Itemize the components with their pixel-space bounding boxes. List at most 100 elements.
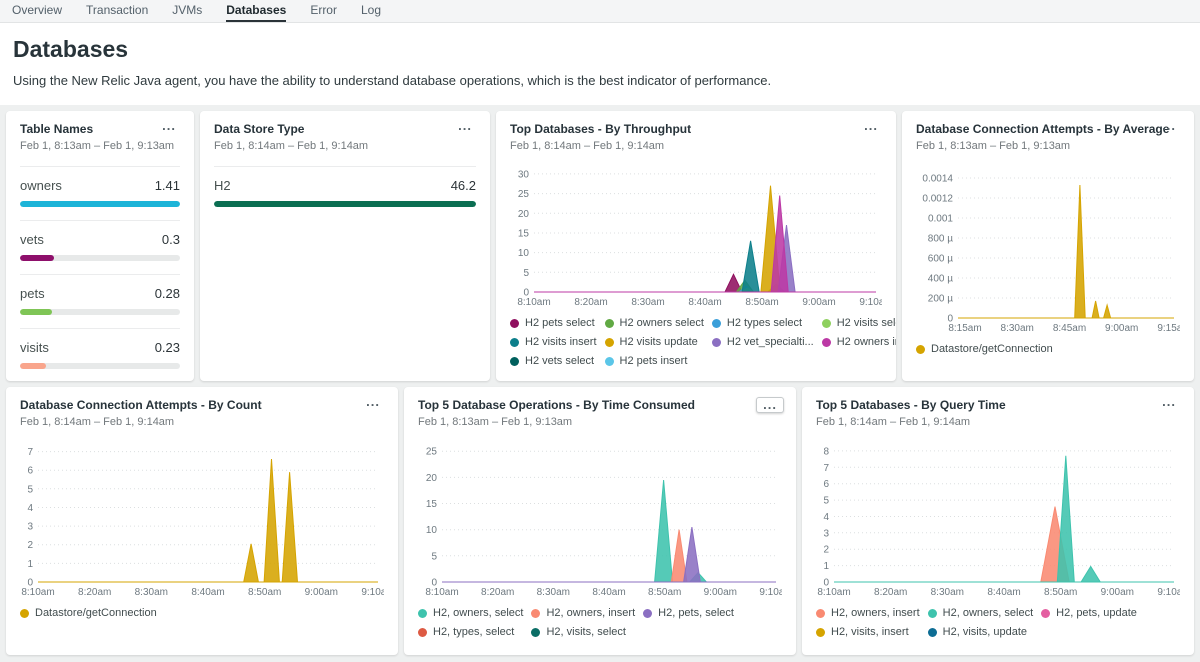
bar-value: 1.41 xyxy=(155,178,180,193)
series-label: H2, owners, select xyxy=(943,607,1033,619)
legend-item[interactable]: H2, owners, select xyxy=(928,607,1033,619)
legend-item[interactable]: H2, pets, select xyxy=(643,607,734,619)
legend-item[interactable]: Datastore/getConnection xyxy=(20,607,157,619)
card-date-range: Feb 1, 8:13am – Feb 1, 9:13am xyxy=(418,416,782,428)
svg-text:8:50am: 8:50am xyxy=(745,297,778,308)
svg-text:15: 15 xyxy=(518,229,530,240)
svg-text:8:15am: 8:15am xyxy=(948,323,981,334)
series-color-dot xyxy=(643,609,652,618)
card-table-names: Table Names Feb 1, 8:13am – Feb 1, 9:13a… xyxy=(6,111,194,381)
legend-item[interactable]: H2, visits, insert xyxy=(816,626,920,638)
bar-label: vets xyxy=(20,232,44,247)
legend-item[interactable]: H2 visits update xyxy=(605,336,704,348)
svg-text:8:50am: 8:50am xyxy=(248,587,281,598)
svg-text:1: 1 xyxy=(823,561,829,572)
svg-text:8:20am: 8:20am xyxy=(481,587,514,598)
bar-value: 0.23 xyxy=(155,340,180,355)
tab-transaction[interactable]: Transaction xyxy=(86,0,148,22)
legend-item[interactable]: Datastore/getConnection xyxy=(916,343,1053,355)
legend-item[interactable]: H2 vets select xyxy=(510,355,597,367)
svg-text:9:00am: 9:00am xyxy=(1105,323,1138,334)
legend-item[interactable]: H2 pets select xyxy=(510,317,597,329)
svg-text:10: 10 xyxy=(426,525,438,536)
legend-item[interactable]: H2, owners, select xyxy=(418,607,523,619)
bar-row-pets: pets0.28 xyxy=(20,274,180,328)
ellipsis-menu-button[interactable]: ... xyxy=(156,119,182,133)
ellipsis-menu-button[interactable]: ... xyxy=(1156,119,1182,133)
chart-legend: Datastore/getConnection xyxy=(20,607,384,619)
ellipsis-menu-button[interactable]: ... xyxy=(452,119,478,133)
card-date-range: Feb 1, 8:13am – Feb 1, 9:13am xyxy=(916,140,1180,152)
ellipsis-menu-button[interactable]: ... xyxy=(756,397,784,413)
bar-row-vets: vets 0.3 xyxy=(20,220,180,274)
svg-text:3: 3 xyxy=(823,528,829,539)
bar-value: 0.3 xyxy=(162,232,180,247)
svg-text:9:15am: 9:15am xyxy=(1157,323,1180,334)
series-color-dot xyxy=(928,628,937,637)
ellipsis-menu-button[interactable]: ... xyxy=(1156,395,1182,409)
legend-item[interactable]: H2 owners select xyxy=(605,317,704,329)
chart-svg: 0123456788:10am8:20am8:30am8:40am8:50am9… xyxy=(816,438,1180,598)
tab-error[interactable]: Error xyxy=(310,0,337,22)
bar-fill xyxy=(20,201,180,207)
svg-text:9:10am: 9:10am xyxy=(759,587,782,598)
series-label: H2 owners select xyxy=(620,317,704,329)
legend-item[interactable]: H2 visits insert xyxy=(510,336,597,348)
tab-jvms[interactable]: JVMs xyxy=(172,0,202,22)
series-color-dot xyxy=(531,609,540,618)
legend-item[interactable]: H2, visits, select xyxy=(531,626,635,638)
series-label: Datastore/getConnection xyxy=(931,343,1053,355)
series-color-dot xyxy=(712,319,721,328)
legend-item[interactable]: H2, types, select xyxy=(418,626,523,638)
svg-text:800 µ: 800 µ xyxy=(928,234,953,245)
series-color-dot xyxy=(605,357,614,366)
svg-text:3: 3 xyxy=(27,522,33,533)
card-data-store-type: Data Store Type Feb 1, 8:14am – Feb 1, 9… xyxy=(200,111,490,381)
card-connection-attempts-average: Database Connection Attempts - By Averag… xyxy=(902,111,1194,381)
ellipsis-menu-button[interactable]: ... xyxy=(360,395,386,409)
series-color-dot xyxy=(510,319,519,328)
svg-text:8:30am: 8:30am xyxy=(631,297,664,308)
legend-item[interactable]: H2 visits select xyxy=(822,317,896,329)
tab-databases[interactable]: Databases xyxy=(226,0,286,22)
tab-overview[interactable]: Overview xyxy=(12,0,62,22)
bar-track xyxy=(20,201,180,207)
legend-item[interactable]: H2 types select xyxy=(712,317,814,329)
legend-item[interactable]: H2 vet_specialti... xyxy=(712,336,814,348)
svg-text:8:20am: 8:20am xyxy=(78,587,111,598)
bar-fill xyxy=(20,255,54,261)
tab-log[interactable]: Log xyxy=(361,0,381,22)
card-connection-attempts-count: Database Connection Attempts - By Count … xyxy=(6,387,398,655)
svg-text:9:00am: 9:00am xyxy=(1101,587,1134,598)
legend-item[interactable]: H2, owners, insert xyxy=(816,607,920,619)
series-color-dot xyxy=(531,628,540,637)
dashboard-main: Table Names Feb 1, 8:13am – Feb 1, 9:13a… xyxy=(0,105,1200,662)
chart-svg: 05101520258:10am8:20am8:30am8:40am8:50am… xyxy=(418,438,782,598)
card-date-range: Feb 1, 8:14am – Feb 1, 9:14am xyxy=(20,416,384,428)
svg-text:4: 4 xyxy=(27,503,33,514)
svg-text:2: 2 xyxy=(823,545,829,556)
svg-text:25: 25 xyxy=(518,189,530,200)
bar-row-H2: H246.2 xyxy=(214,166,476,220)
svg-text:8:30am: 8:30am xyxy=(931,587,964,598)
series-color-dot xyxy=(712,338,721,347)
chart-svg: 0200 µ400 µ600 µ800 µ0.0010.00120.00148:… xyxy=(916,162,1180,334)
series-label: H2, types, select xyxy=(433,626,514,638)
legend-item[interactable]: H2 pets insert xyxy=(605,355,704,367)
connection-count-area-chart: 012345678:10am8:20am8:30am8:40am8:50am9:… xyxy=(20,438,384,598)
dashboard-row-1: Table Names Feb 1, 8:13am – Feb 1, 9:13a… xyxy=(6,111,1194,381)
series-color-dot xyxy=(822,319,831,328)
card-date-range: Feb 1, 8:13am – Feb 1, 9:13am xyxy=(20,140,180,152)
series-color-dot xyxy=(816,628,825,637)
bar-list: H246.2 xyxy=(214,166,476,220)
legend-item[interactable]: H2, pets, update xyxy=(1041,607,1137,619)
ellipsis-menu-button[interactable]: ... xyxy=(858,119,884,133)
legend-item[interactable]: H2, visits, update xyxy=(928,626,1033,638)
series-label: H2 vets select xyxy=(525,355,594,367)
card-title: Data Store Type xyxy=(214,122,476,136)
bar-track xyxy=(20,309,180,315)
legend-item[interactable]: H2, owners, insert xyxy=(531,607,635,619)
legend-item[interactable]: H2 owners insert xyxy=(822,336,896,348)
chart-legend: Datastore/getConnection xyxy=(916,343,1180,355)
series-label: H2 owners insert xyxy=(837,336,896,348)
